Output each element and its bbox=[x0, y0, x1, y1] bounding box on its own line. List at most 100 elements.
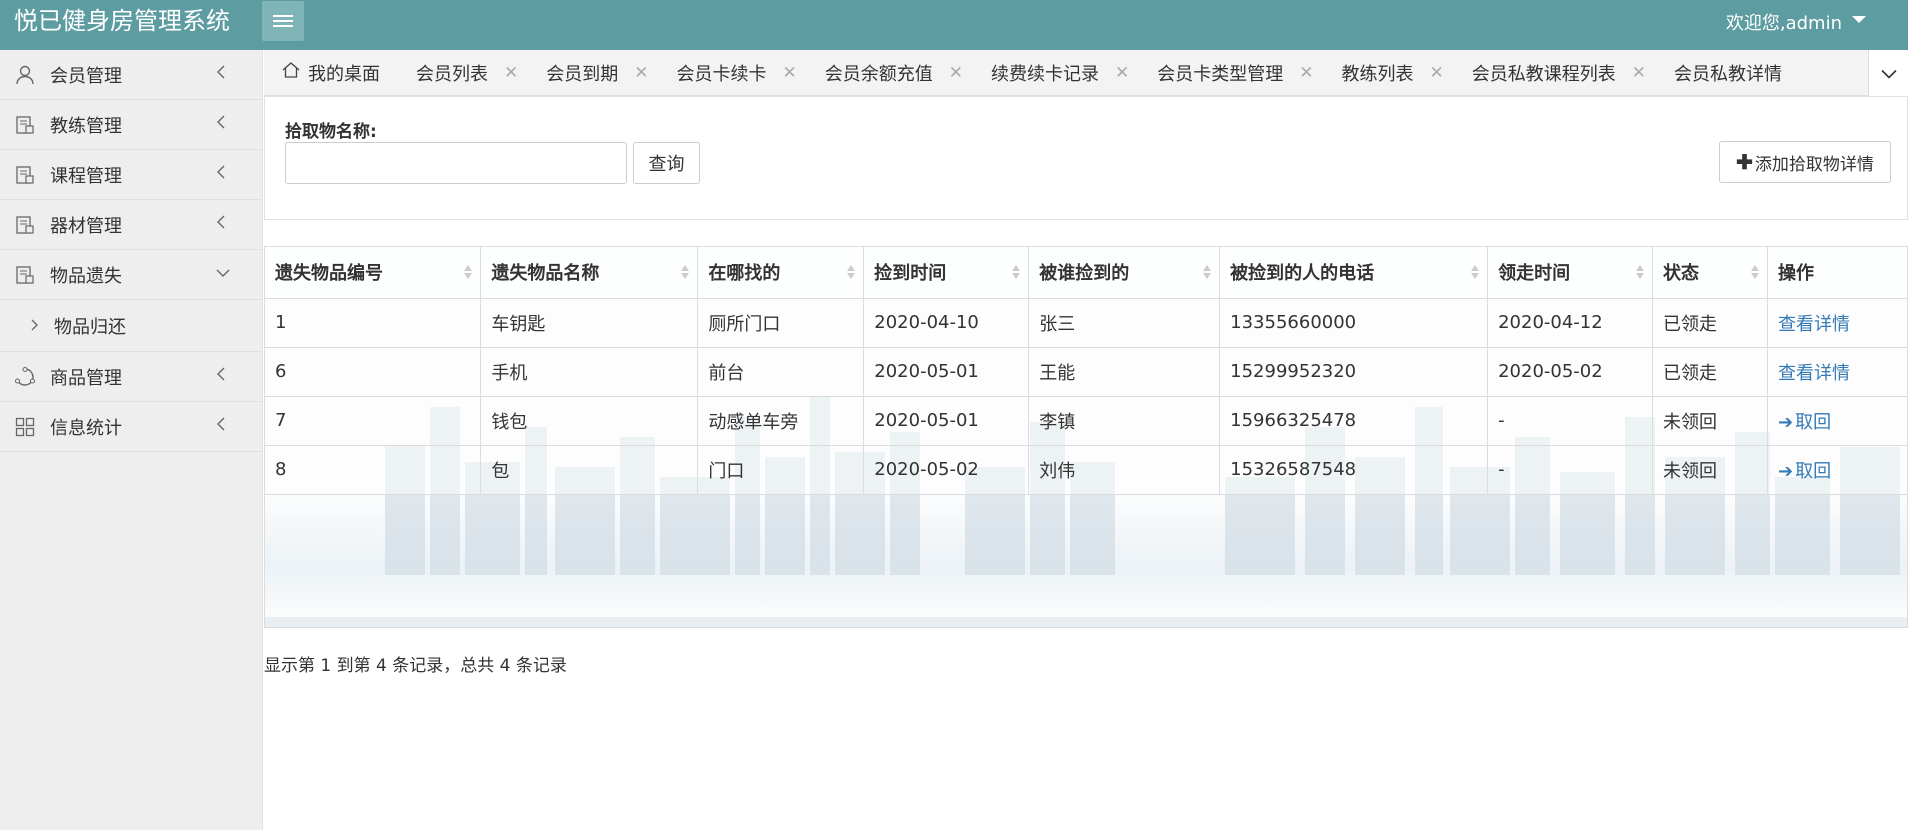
retrieve-link[interactable]: ➔ 取回 bbox=[1778, 461, 1831, 482]
chevron-left-icon bbox=[216, 367, 226, 381]
add-lost-item-button[interactable]: ✚ 添加拾取物详情 bbox=[1719, 141, 1891, 183]
sidebar-item-member[interactable]: 会员管理 bbox=[0, 50, 262, 100]
sidebar-item-lost-items[interactable]: 物品遗失 bbox=[0, 250, 262, 300]
tab-coach-list[interactable]: 教练列表 ✕ bbox=[1326, 50, 1456, 96]
chevron-left-icon bbox=[216, 417, 226, 431]
cell-finder: 李镇 bbox=[1028, 396, 1221, 446]
column-header: 操作 bbox=[1767, 247, 1907, 299]
cell-found-time: 2020-05-01 bbox=[863, 347, 1030, 397]
close-icon[interactable]: ✕ bbox=[634, 63, 648, 83]
cell-where: 动感单车旁 bbox=[697, 396, 865, 446]
grid-icon bbox=[14, 416, 36, 438]
sidebar-item-label: 教练管理 bbox=[50, 115, 122, 137]
cell-name: 手机 bbox=[480, 347, 699, 397]
cell-found-time: 2020-04-10 bbox=[863, 298, 1030, 348]
user-menu[interactable]: 欢迎您,admin bbox=[1726, 9, 1866, 35]
sort-icon bbox=[1751, 265, 1759, 279]
chevron-left-icon bbox=[216, 165, 226, 179]
tab-renew-records[interactable]: 续费续卡记录 ✕ bbox=[975, 50, 1141, 96]
cell-taken-time: 2020-04-12 bbox=[1487, 298, 1654, 348]
sidebar-item-equipment[interactable]: 器材管理 bbox=[0, 200, 262, 250]
sidebar-item-label: 信息统计 bbox=[50, 417, 122, 439]
column-header[interactable]: 在哪找的 bbox=[697, 247, 865, 299]
cell-finder: 张三 bbox=[1028, 298, 1221, 348]
arrow-right-icon: ➔ bbox=[1778, 460, 1794, 482]
sidebar-item-coach[interactable]: 教练管理 bbox=[0, 100, 262, 150]
document-icon bbox=[14, 214, 36, 236]
welcome-text: 欢迎您,admin bbox=[1725, 13, 1842, 34]
sort-icon bbox=[847, 265, 856, 279]
tab-label: 我的桌面 bbox=[308, 63, 380, 85]
cell-action: ➔ 取回 bbox=[1767, 396, 1907, 446]
cell-action: 查看详情 bbox=[1767, 298, 1907, 348]
cell-action: 查看详情 bbox=[1767, 347, 1907, 397]
tab-card-renew[interactable]: 会员卡续卡 ✕ bbox=[661, 50, 809, 96]
cell-status: 已领走 bbox=[1652, 347, 1768, 397]
tab-private-detail[interactable]: 会员私教详情 bbox=[1658, 50, 1782, 96]
tab-label: 会员到期 bbox=[546, 63, 619, 85]
view-detail-link[interactable]: 查看详情 bbox=[1778, 363, 1850, 384]
close-icon[interactable]: ✕ bbox=[504, 63, 518, 83]
retrieve-link[interactable]: ➔ 取回 bbox=[1778, 412, 1831, 433]
column-header[interactable]: 领走时间 bbox=[1487, 247, 1654, 299]
app-title: 悦已健身房管理系统 bbox=[14, 7, 230, 35]
close-icon[interactable]: ✕ bbox=[783, 63, 797, 83]
query-button[interactable]: 查询 bbox=[633, 142, 700, 184]
arrow-right-icon: ➔ bbox=[1778, 411, 1794, 433]
sidebar-item-goods[interactable]: 商品管理 bbox=[0, 352, 262, 402]
caret-down-icon bbox=[1852, 15, 1866, 23]
sidebar-item-stats[interactable]: 信息统计 bbox=[0, 402, 262, 452]
tab-desktop[interactable]: 我的桌面 bbox=[264, 50, 380, 96]
tab-private-courses[interactable]: 会员私教课程列表 ✕ bbox=[1456, 50, 1658, 96]
menu-toggle-button[interactable] bbox=[262, 1, 304, 41]
column-header[interactable]: 捡到时间 bbox=[863, 247, 1030, 299]
cell-taken-time: - bbox=[1487, 445, 1654, 495]
tab-member-list[interactable]: 会员列表 ✕ bbox=[400, 50, 530, 96]
item-name-input[interactable] bbox=[285, 142, 627, 184]
tab-member-expire[interactable]: 会员到期 ✕ bbox=[530, 50, 660, 96]
tab-more-button[interactable] bbox=[1868, 50, 1908, 96]
column-header[interactable]: 遗失物品名称 bbox=[480, 247, 699, 299]
sidebar-item-label: 器材管理 bbox=[50, 215, 122, 237]
top-header: 悦已健身房管理系统 欢迎您,admin bbox=[0, 0, 1908, 50]
cell-taken-time: - bbox=[1487, 396, 1654, 446]
cell-name: 车钥匙 bbox=[480, 298, 699, 348]
column-header[interactable]: 被捡到的人的电话 bbox=[1219, 247, 1489, 299]
tab-label: 会员列表 bbox=[416, 63, 488, 85]
close-icon[interactable]: ✕ bbox=[1430, 63, 1444, 83]
cell-phone: 13355660000 bbox=[1219, 298, 1489, 348]
view-detail-link[interactable]: 查看详情 bbox=[1778, 314, 1850, 335]
sidebar-item-course[interactable]: 课程管理 bbox=[0, 150, 262, 200]
column-header[interactable]: 遗失物品编号 bbox=[265, 247, 482, 299]
table-row: 8 包 门口 2020-05-02 刘伟 15326587548 - 未领回 ➔… bbox=[265, 445, 1907, 495]
document-icon bbox=[14, 264, 36, 286]
tab-balance-recharge[interactable]: 会员余额充值 ✕ bbox=[809, 50, 975, 96]
cycle-icon bbox=[14, 366, 36, 388]
chevron-left-icon bbox=[216, 115, 226, 129]
close-icon[interactable]: ✕ bbox=[1115, 63, 1129, 83]
column-header[interactable]: 状态 bbox=[1652, 247, 1768, 299]
tab-card-types[interactable]: 会员卡类型管理 ✕ bbox=[1141, 50, 1325, 96]
sidebar-item-label: 商品管理 bbox=[50, 367, 122, 389]
tab-bar: 我的桌面 会员列表 ✕ 会员到期 ✕ 会员卡续卡 ✕ 会员余额充值 ✕ 续费续卡记录 ✕ … bbox=[264, 50, 1908, 96]
cell-id: 6 bbox=[265, 347, 482, 397]
close-icon[interactable]: ✕ bbox=[949, 63, 963, 83]
close-icon[interactable]: ✕ bbox=[1632, 63, 1646, 83]
chevron-right-icon bbox=[30, 316, 38, 335]
close-icon[interactable]: ✕ bbox=[1299, 63, 1313, 83]
lost-items-table-container: 遗失物品编号 遗失物品名称 在哪找的 捡到时间 被谁捡到的 被捡到的人的电话 领… bbox=[264, 246, 1908, 628]
tab-label: 会员卡类型管理 bbox=[1157, 63, 1284, 85]
table-row: 6 手机 前台 2020-05-01 王能 15299952320 2020-0… bbox=[265, 347, 1907, 397]
column-header[interactable]: 被谁捡到的 bbox=[1028, 247, 1221, 299]
home-icon bbox=[282, 62, 300, 83]
lost-items-table: 遗失物品编号 遗失物品名称 在哪找的 捡到时间 被谁捡到的 被捡到的人的电话 领… bbox=[265, 247, 1907, 495]
add-button-label: 添加拾取物详情 bbox=[1754, 154, 1874, 174]
sort-icon bbox=[1203, 265, 1212, 279]
cell-phone: 15326587548 bbox=[1219, 445, 1489, 495]
tab-label: 会员私教详情 bbox=[1674, 63, 1782, 85]
cell-phone: 15966325478 bbox=[1219, 396, 1489, 446]
tab-label: 教练列表 bbox=[1341, 63, 1414, 85]
cell-id: 8 bbox=[265, 445, 482, 495]
sidebar-subitem-return[interactable]: 物品归还 bbox=[0, 300, 262, 352]
cell-id: 7 bbox=[265, 396, 482, 446]
